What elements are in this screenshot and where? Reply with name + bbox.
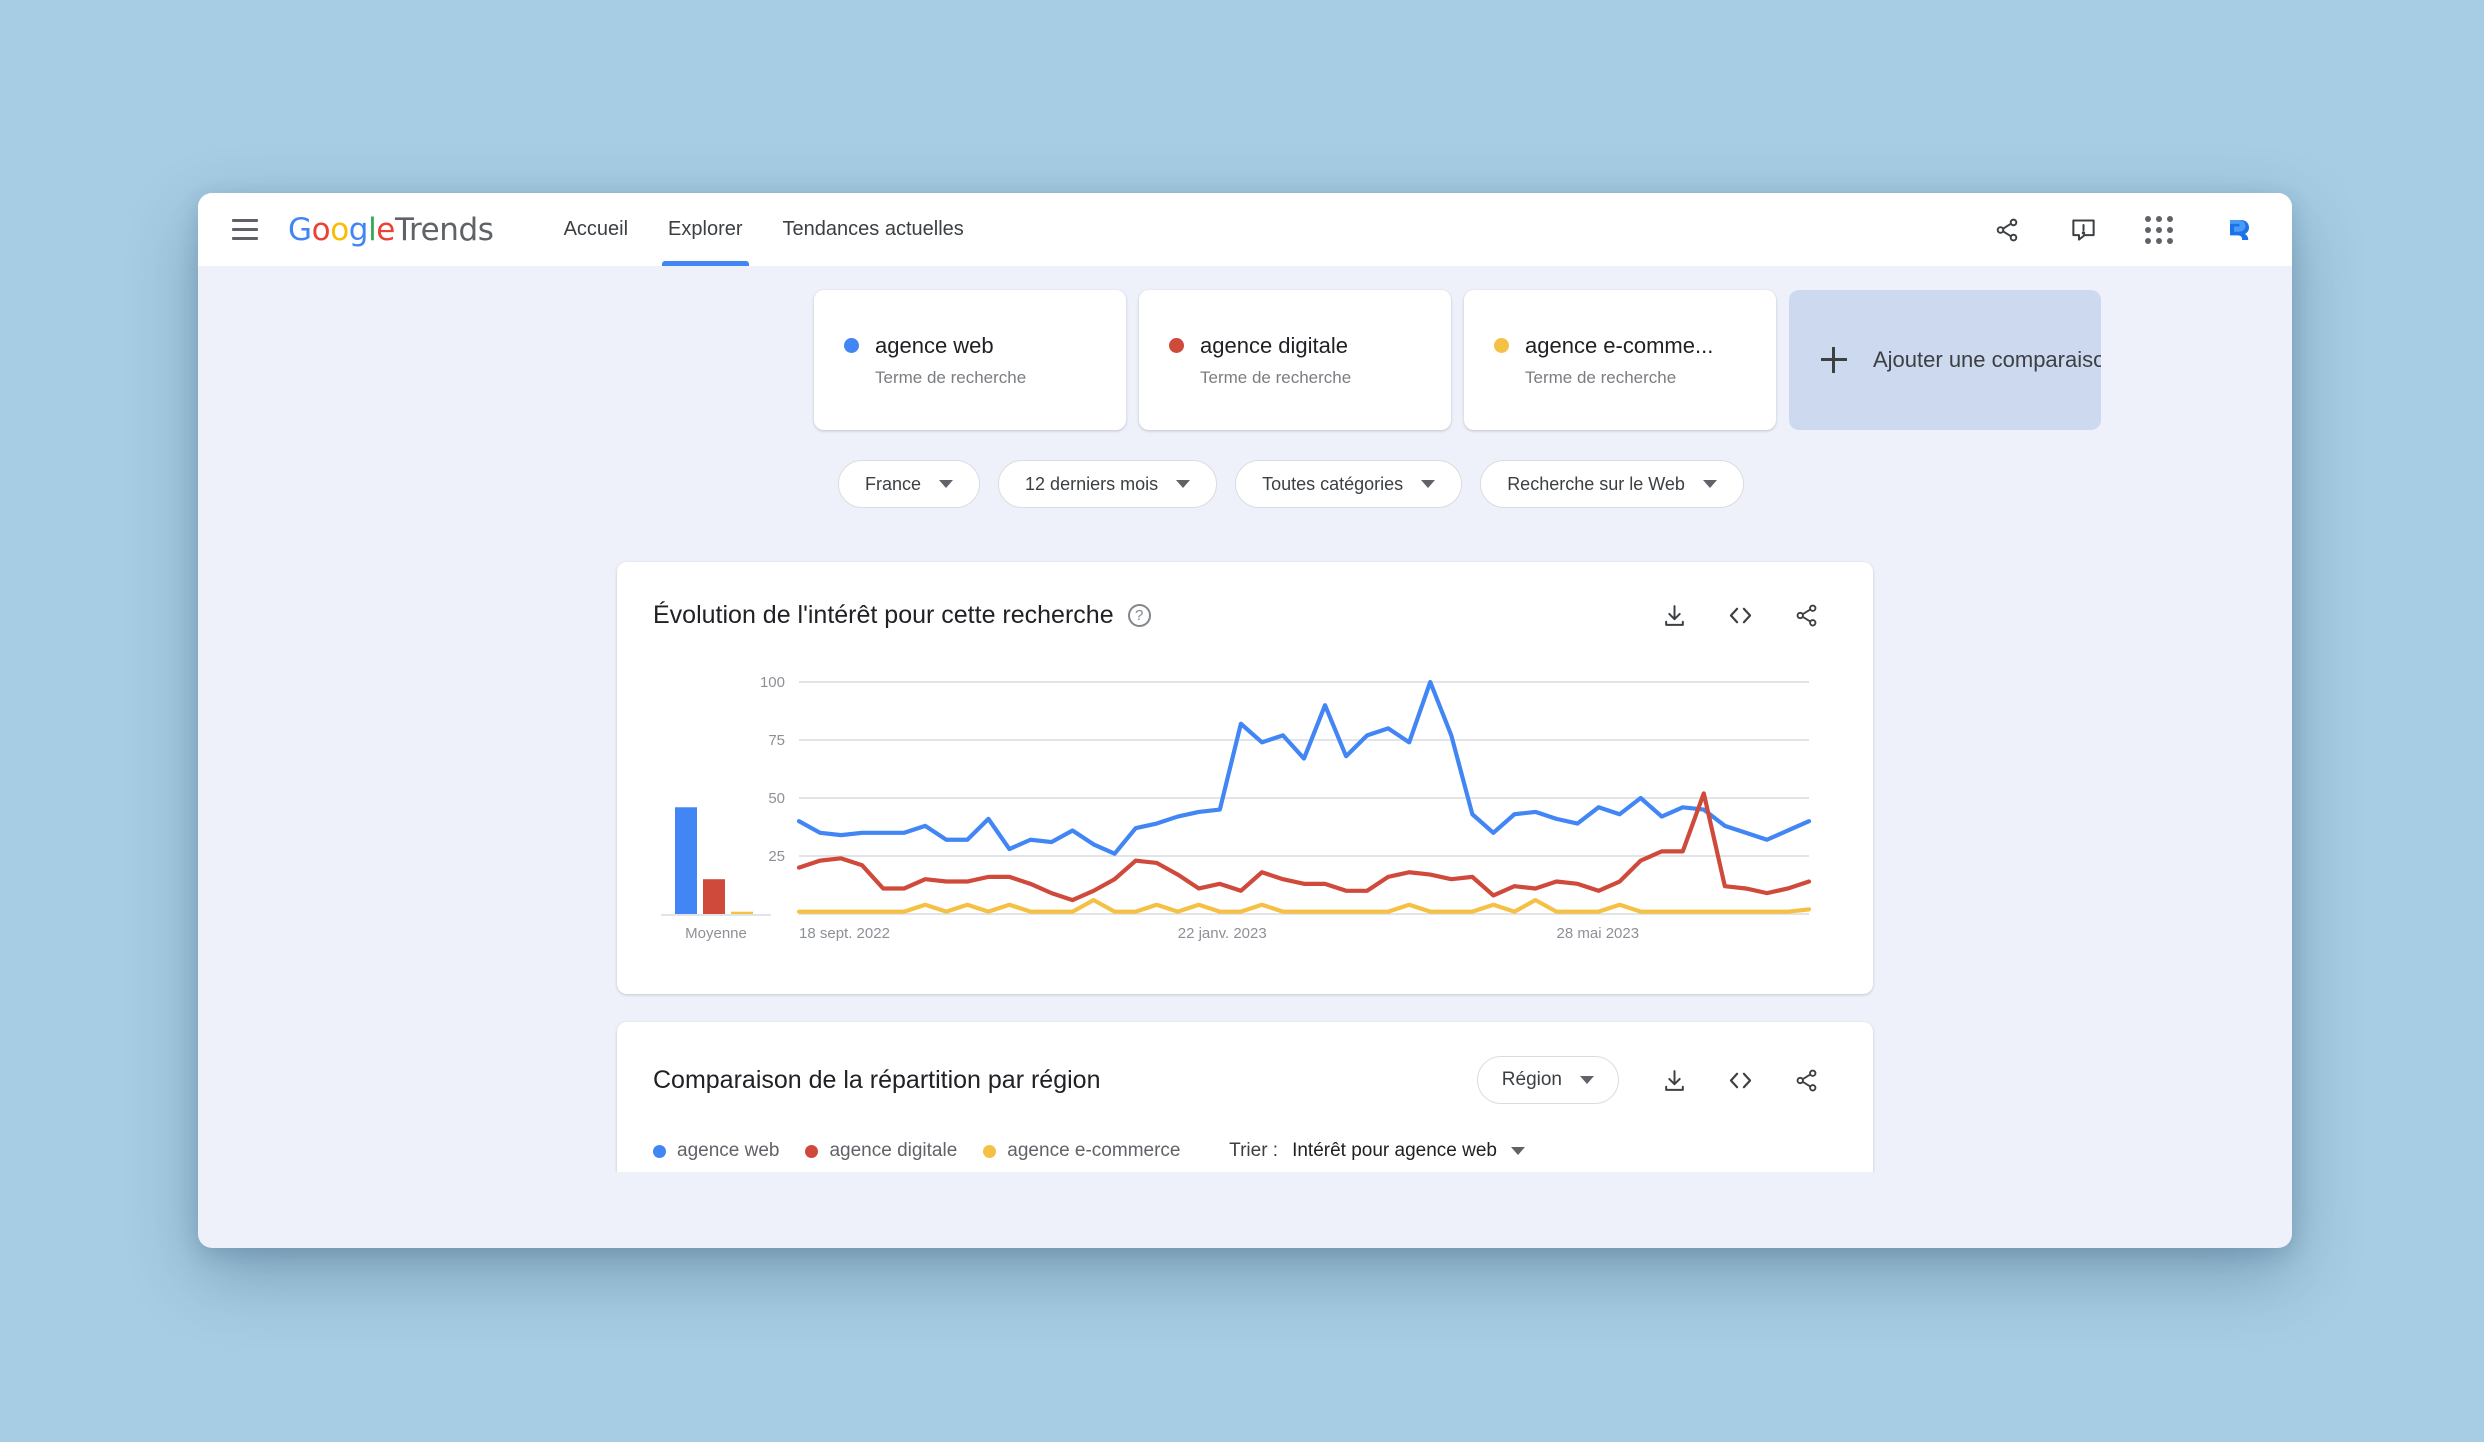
- table-row[interactable]: 1 Haute-Normandie: [617, 1162, 1873, 1172]
- chevron-down-icon: [1580, 1076, 1594, 1084]
- browser-window: GoogleTrends Accueil Explorer Tendances …: [198, 193, 2292, 1248]
- share-icon[interactable]: [1787, 1061, 1825, 1099]
- apps-grid-icon[interactable]: [2140, 211, 2178, 249]
- search-term-name: agence web: [875, 333, 994, 359]
- main-navigation: Accueil Explorer Tendances actuelles: [544, 193, 984, 266]
- series-color-dot-yellow: [983, 1145, 996, 1158]
- search-term-card-2[interactable]: agence digitale Terme de recherche: [1139, 290, 1451, 430]
- product-name: Trends: [395, 212, 494, 248]
- legend-item-agence-web[interactable]: agence web: [653, 1140, 779, 1162]
- feedback-icon[interactable]: [2064, 211, 2102, 249]
- embed-code-icon[interactable]: [1721, 596, 1759, 634]
- series-color-dot-blue: [653, 1145, 666, 1158]
- series-line-agence-digitale: [799, 793, 1809, 900]
- y-axis-tick: 100: [760, 674, 785, 691]
- chevron-down-icon: [1703, 480, 1717, 488]
- region-comparison-card: Comparaison de la répartition par région…: [617, 1022, 1873, 1172]
- region-level-select[interactable]: Région: [1477, 1056, 1619, 1104]
- legend-item-agence-digitale[interactable]: agence digitale: [805, 1140, 957, 1162]
- content-area[interactable]: Évolution de l'intérêt pour cette recher…: [198, 542, 2292, 1172]
- filter-category-label: Toutes catégories: [1262, 474, 1403, 495]
- plus-icon: [1821, 347, 1847, 373]
- sort-value[interactable]: Intérêt pour agence web: [1292, 1140, 1497, 1162]
- search-term-subtitle: Terme de recherche: [875, 368, 1096, 388]
- page-title: Évolution de l'intérêt pour cette recher…: [653, 601, 1114, 630]
- filter-search-type[interactable]: Recherche sur le Web: [1480, 460, 1744, 508]
- y-axis-tick: 25: [768, 848, 785, 865]
- download-icon[interactable]: [1655, 1061, 1693, 1099]
- trends-chart[interactable]: Moyenne 25 50 75 100 18 sept. 2022 22 janv. 20…: [617, 634, 1873, 994]
- region-legend: agence web agence digitale agence e-comm…: [653, 1140, 1181, 1162]
- legend-item-agence-ecommerce[interactable]: agence e-commerce: [983, 1140, 1180, 1162]
- y-axis-tick: 75: [768, 732, 785, 749]
- interest-card-actions: [1655, 596, 1825, 634]
- filter-timerange-label: 12 derniers mois: [1025, 474, 1158, 495]
- search-term-card-3[interactable]: agence e-comme... Terme de recherche: [1464, 290, 1776, 430]
- series-line-agence-web: [799, 682, 1809, 854]
- filter-category[interactable]: Toutes catégories: [1235, 460, 1462, 508]
- help-icon[interactable]: ?: [1128, 604, 1151, 627]
- nav-item-explorer[interactable]: Explorer: [648, 193, 762, 266]
- search-term-name: agence digitale: [1200, 333, 1348, 359]
- legend-label: agence e-commerce: [1007, 1140, 1180, 1162]
- filter-location-label: France: [865, 474, 921, 495]
- filter-location[interactable]: France: [838, 460, 980, 508]
- series-line-agence-e-commerce: [799, 900, 1809, 912]
- app-bar-actions: [1988, 209, 2258, 251]
- series-color-dot-yellow: [1494, 338, 1509, 353]
- search-terms-row: agence web Terme de recherche agence dig…: [198, 290, 2292, 430]
- x-axis-tick: 28 mai 2023: [1557, 925, 1640, 942]
- avatar[interactable]: [2216, 209, 2258, 251]
- share-icon[interactable]: [1787, 596, 1825, 634]
- region-card-actions: Région: [1477, 1056, 1825, 1104]
- nav-item-accueil[interactable]: Accueil: [544, 193, 648, 266]
- sort-control: Trier : Intérêt pour agence web: [1229, 1140, 1525, 1162]
- hamburger-menu-icon[interactable]: [228, 213, 262, 247]
- search-term-card-1[interactable]: agence web Terme de recherche: [814, 290, 1126, 430]
- chevron-down-icon: [939, 480, 953, 488]
- legend-label: agence web: [677, 1140, 779, 1162]
- search-term-subtitle: Terme de recherche: [1525, 368, 1746, 388]
- series-color-dot-red: [805, 1145, 818, 1158]
- google-trends-logo[interactable]: GoogleTrends: [288, 212, 494, 248]
- filters-bar: France 12 derniers mois Toutes catégorie…: [198, 430, 2292, 542]
- average-axis-label: Moyenne: [685, 925, 747, 942]
- y-axis-tick: 50: [768, 790, 785, 807]
- filter-timerange[interactable]: 12 derniers mois: [998, 460, 1217, 508]
- legend-label: agence digitale: [829, 1140, 957, 1162]
- x-axis-tick: 18 sept. 2022: [799, 925, 890, 942]
- x-axis-tick: 22 janv. 2023: [1178, 925, 1267, 942]
- add-comparison-button[interactable]: Ajouter une comparaiso: [1789, 290, 2101, 430]
- app-bar: GoogleTrends Accueil Explorer Tendances …: [198, 193, 2292, 266]
- region-legend-row: agence web agence digitale agence e-comm…: [617, 1104, 1873, 1162]
- chevron-down-icon: [1176, 480, 1190, 488]
- region-level-label: Région: [1502, 1069, 1562, 1091]
- embed-code-icon[interactable]: [1721, 1061, 1759, 1099]
- sort-label: Trier :: [1229, 1140, 1278, 1162]
- chevron-down-icon[interactable]: [1511, 1147, 1525, 1155]
- region-card-title: Comparaison de la répartition par région: [653, 1066, 1100, 1095]
- series-color-dot-red: [1169, 338, 1184, 353]
- series-color-dot-blue: [844, 338, 859, 353]
- trends-chart-svg: Moyenne 25 50 75 100 18 sept. 2022 22 janv. 20…: [653, 668, 1837, 968]
- interest-over-time-card: Évolution de l'intérêt pour cette recher…: [617, 562, 1873, 994]
- share-icon[interactable]: [1988, 211, 2026, 249]
- interest-card-header: Évolution de l'intérêt pour cette recher…: [617, 562, 1873, 634]
- region-card-header: Comparaison de la répartition par région…: [617, 1022, 1873, 1104]
- search-term-subtitle: Terme de recherche: [1200, 368, 1421, 388]
- search-term-name: agence e-comme...: [1525, 333, 1713, 359]
- nav-item-tendances-actuelles[interactable]: Tendances actuelles: [763, 193, 984, 266]
- chevron-down-icon: [1421, 480, 1435, 488]
- search-terms-strip: agence web Terme de recherche agence dig…: [198, 266, 2292, 430]
- add-comparison-label: Ajouter une comparaiso: [1873, 347, 2101, 373]
- download-icon[interactable]: [1655, 596, 1693, 634]
- filters-row: France 12 derniers mois Toutes catégorie…: [198, 460, 2292, 508]
- filter-search-type-label: Recherche sur le Web: [1507, 474, 1685, 495]
